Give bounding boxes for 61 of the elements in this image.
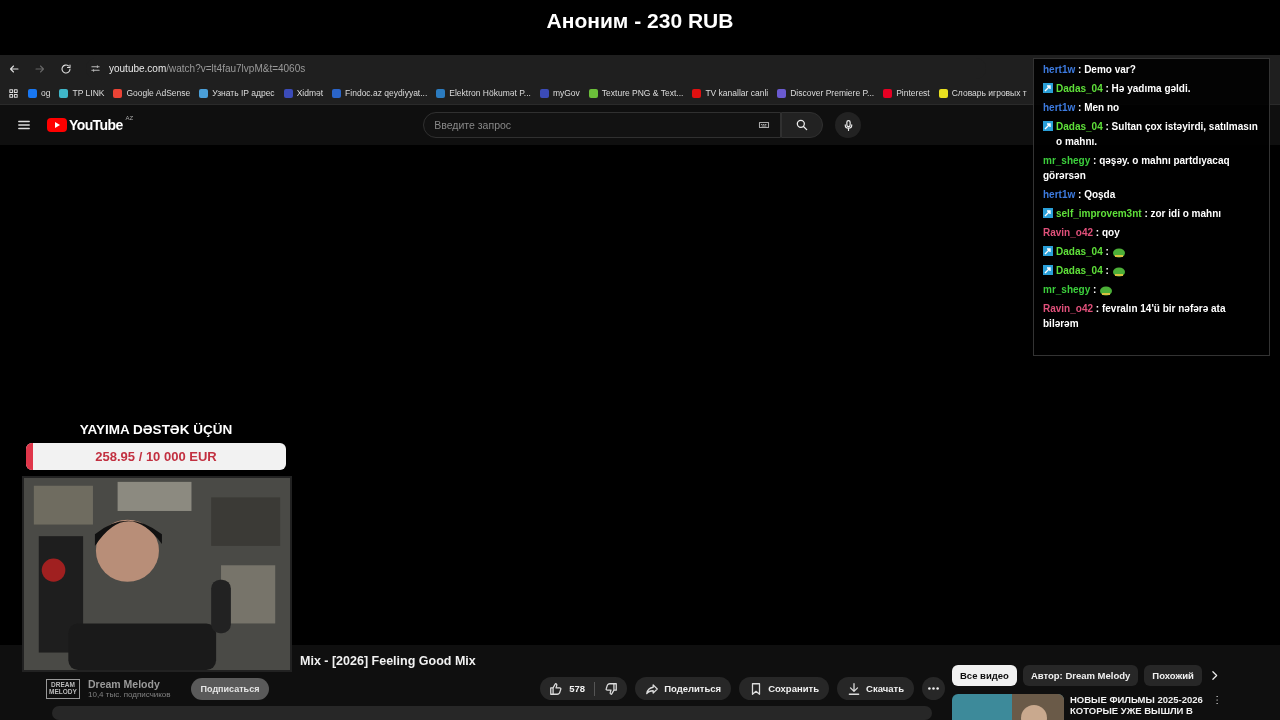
recommended-video-title[interactable]: НОВЫЕ ФИЛЬМЫ 2025-2026 КОТОРЫЕ УЖЕ ВЫШЛИ В bbox=[1070, 694, 1205, 720]
bookmark-link[interactable]: myGov bbox=[539, 88, 580, 98]
subscribe-button[interactable]: Подписаться bbox=[190, 677, 270, 700]
search-button[interactable] bbox=[781, 112, 824, 138]
bookmark-link[interactable]: Pinterest bbox=[883, 88, 930, 98]
thumbs-down-icon bbox=[604, 681, 619, 696]
more-button[interactable] bbox=[922, 677, 945, 700]
share-icon bbox=[645, 681, 660, 696]
bookmark-link[interactable]: Узнать IP адрес bbox=[199, 88, 275, 98]
more-icon bbox=[928, 687, 939, 690]
download-icon bbox=[847, 681, 862, 696]
menu-icon bbox=[17, 118, 31, 132]
keyboard-icon bbox=[758, 119, 771, 131]
site-settings-icon bbox=[90, 63, 101, 74]
chat-message: Dadas_04 : Hə yadıma gəldi. bbox=[1056, 82, 1191, 96]
bookmark-link[interactable]: TP LINK bbox=[59, 88, 105, 98]
save-button[interactable]: Сохранить bbox=[739, 677, 830, 700]
search-icon bbox=[795, 118, 810, 132]
filter-chip[interactable]: Автор: Dream Melody bbox=[1022, 665, 1139, 686]
play-logo-icon bbox=[47, 118, 67, 132]
search-field[interactable]: Введите запрос bbox=[423, 112, 782, 138]
site-logo[interactable]: YouTube bbox=[69, 117, 123, 133]
emote-icon bbox=[1111, 246, 1126, 258]
chat-message: self_improvem3nt : zor idi o mahnı bbox=[1056, 207, 1222, 221]
filter-chip[interactable]: Похожий bbox=[1144, 665, 1202, 686]
bookmark-link[interactable]: Словарь игровых т bbox=[938, 88, 1027, 98]
bookmark-link[interactable]: Texture PNG & Text... bbox=[588, 88, 684, 98]
bookmark-link[interactable]: TV kanallar canli bbox=[692, 88, 769, 98]
bookmark-link[interactable]: Findoc.az qeydiyyat... bbox=[332, 88, 428, 98]
chat-message: hert1w : Demo var? bbox=[1043, 63, 1136, 77]
video-title: Mix - [2026] Feeling Good Mix bbox=[300, 654, 477, 668]
chat-message: Dadas_04 : bbox=[1056, 264, 1109, 278]
chat-message: hert1w : Qoşda bbox=[1043, 188, 1116, 202]
goal-title: YAYIMA DƏSTƏK ÜÇÜN bbox=[79, 422, 233, 437]
chat-message: Ravin_o42 : qoy bbox=[1043, 226, 1120, 240]
chat-message: Dadas_04 : Sultan çox istəyirdi, satılmasın o mahnı. bbox=[1056, 120, 1259, 149]
reload-icon bbox=[60, 62, 72, 75]
thumbs-up-icon bbox=[549, 681, 564, 696]
voice-search-button[interactable] bbox=[835, 112, 862, 138]
bookmark-link[interactable]: Discover Premiere P... bbox=[777, 88, 875, 98]
chat-message: Ravin_o42 : fevralın 14'ü bir nəfərə ata bilərəm bbox=[1043, 302, 1227, 331]
chat-message: Dadas_04 : bbox=[1056, 245, 1109, 259]
subscriber-count: 10,4 тыс. подписчиков bbox=[88, 690, 171, 699]
chat-message: hert1w : Men no bbox=[1043, 101, 1120, 115]
forward-icon bbox=[34, 62, 46, 75]
chat-message: mr_shegy : qəşəy. o mahnı partdıyacaq görərsən bbox=[1043, 154, 1231, 183]
goal-reading: 258.95 / 10 000 EUR bbox=[95, 449, 217, 464]
emote-icon bbox=[1099, 284, 1114, 296]
emote-icon bbox=[1111, 265, 1126, 277]
back-icon bbox=[8, 62, 20, 75]
bookmark-link[interactable]: Elektron Hökumət P... bbox=[436, 88, 531, 98]
bookmark-link[interactable]: Xidmət bbox=[283, 88, 324, 98]
apps-grid-icon bbox=[8, 87, 19, 99]
download-button[interactable]: Скачать bbox=[837, 677, 914, 700]
chat-message: mr_shegy : bbox=[1043, 283, 1097, 297]
channel-name[interactable]: Dream Melody bbox=[88, 678, 171, 690]
donation-alert-title: Аноним - 230 RUB bbox=[546, 9, 734, 33]
bookmark-link[interactable]: Google AdSense bbox=[113, 88, 191, 98]
bookmark-link[interactable]: og bbox=[28, 88, 51, 98]
share-button[interactable]: Поделиться bbox=[635, 677, 732, 700]
filter-chip[interactable]: Все видео bbox=[952, 665, 1017, 686]
